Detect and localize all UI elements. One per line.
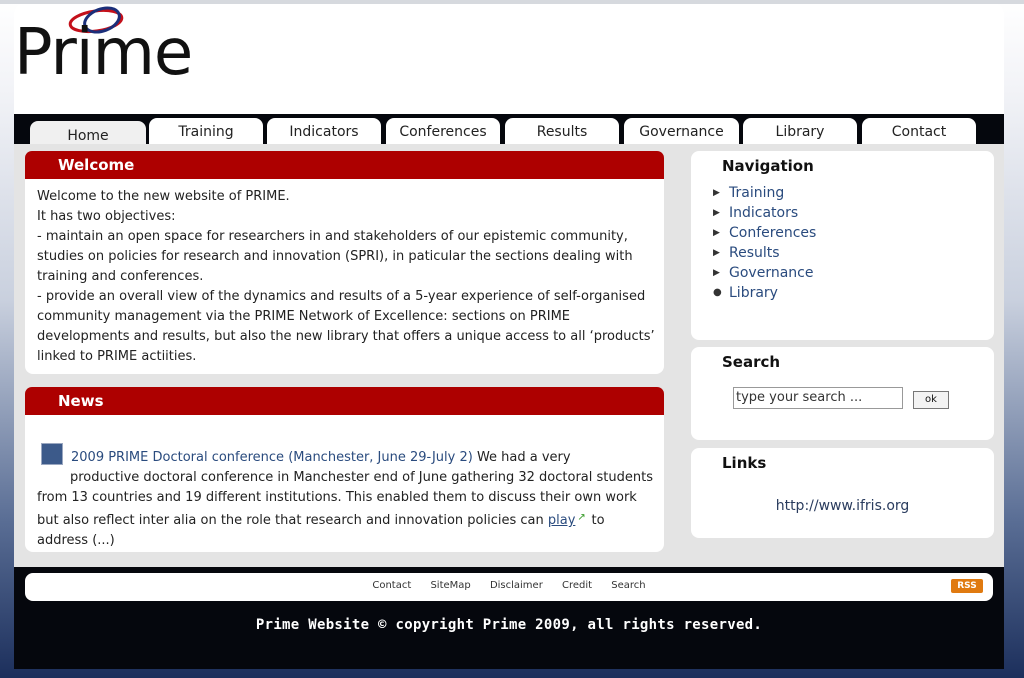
search-ok-button[interactable]: ok (913, 391, 949, 409)
main-tabs: Home Training Indicators Conferences Res… (14, 114, 1004, 151)
play-link[interactable]: play (548, 513, 576, 528)
news-item: 2009 PRIME Doctoral conference (Manchest… (37, 443, 657, 551)
links-title: Links (722, 454, 767, 472)
nav-item-training[interactable]: ▶ Training (713, 183, 816, 203)
footer-bar: Contact SiteMap Disclaimer Credit Search… (25, 573, 993, 601)
nav-item-results[interactable]: ▶ Results (713, 243, 816, 263)
nav-item-indicators[interactable]: ▶ Indicators (713, 203, 816, 223)
news-item-title[interactable]: 2009 PRIME Doctoral conference (Manchest… (71, 450, 473, 465)
footer-link-search[interactable]: Search (611, 580, 645, 591)
tab-indicators[interactable]: Indicators (267, 118, 381, 144)
footer-links: Contact SiteMap Disclaimer Credit Search (25, 580, 993, 591)
footer-link-credit[interactable]: Credit (562, 580, 592, 591)
content-area: Welcome Welcome to the new website of PR… (14, 144, 1004, 567)
external-link-icon: ↗ (577, 512, 586, 523)
prime-logo[interactable]: Prime (14, 4, 214, 94)
navigation-list: ▶ Training ▶ Indicators ▶ Conferences ▶ Resu… (713, 183, 816, 303)
links-panel: Links http://www.ifris.org (691, 448, 994, 538)
search-panel: Search type your search ... ok (691, 347, 994, 440)
copyright-text: Prime Website © copyright Prime 2009, al… (255, 617, 763, 633)
search-input[interactable]: type your search ... (733, 387, 903, 409)
tab-conferences[interactable]: Conferences (386, 118, 500, 144)
tab-results[interactable]: Results (505, 118, 619, 144)
bullet-dot-icon: ● (713, 287, 722, 298)
tab-contact[interactable]: Contact (862, 118, 976, 144)
tab-governance[interactable]: Governance (624, 118, 739, 144)
nav-item-conferences[interactable]: ▶ Conferences (713, 223, 816, 243)
tab-library[interactable]: Library (743, 118, 857, 144)
arrow-right-icon: ▶ (713, 248, 720, 258)
footer-link-sitemap[interactable]: SiteMap (430, 580, 470, 591)
nav-item-library[interactable]: ● Library (713, 283, 816, 303)
footer-link-contact[interactable]: Contact (372, 580, 411, 591)
footer-link-disclaimer[interactable]: Disclaimer (490, 580, 543, 591)
logo-text: Prime (14, 16, 193, 90)
arrow-right-icon: ▶ (713, 228, 720, 238)
ifris-link[interactable]: http://www.ifris.org (691, 498, 994, 514)
search-title: Search (722, 353, 781, 371)
navigation-title: Navigation (722, 157, 814, 175)
news-thumbnail-icon (41, 443, 63, 465)
arrow-right-icon: ▶ (713, 268, 720, 278)
nav-item-governance[interactable]: ▶ Governance (713, 263, 816, 283)
news-panel: News 2009 PRIME Doctoral conference (Man… (25, 387, 664, 552)
tab-training[interactable]: Training (149, 118, 263, 144)
arrow-right-icon: ▶ (713, 208, 720, 218)
welcome-title: Welcome (25, 151, 664, 179)
navigation-panel: Navigation ▶ Training ▶ Indicators ▶ Confer… (691, 151, 994, 340)
welcome-panel: Welcome Welcome to the new website of PR… (25, 151, 664, 374)
arrow-right-icon: ▶ (713, 188, 720, 198)
welcome-text: Welcome to the new website of PRIME. It … (37, 189, 655, 364)
news-title: News (25, 387, 664, 415)
site-header: Prime (14, 4, 1004, 114)
rss-icon[interactable]: RSS (951, 579, 983, 593)
